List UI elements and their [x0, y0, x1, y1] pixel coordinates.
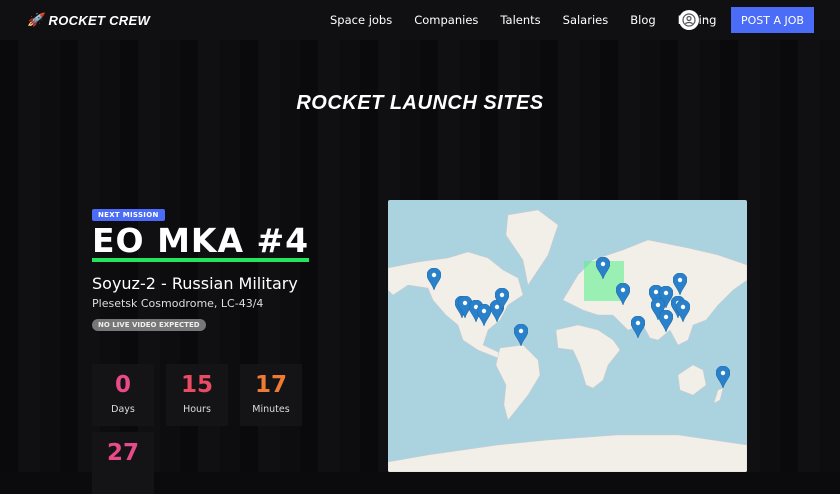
nav-salaries[interactable]: Salaries	[563, 13, 609, 27]
africa	[555, 324, 621, 389]
user-circle-icon[interactable]	[679, 10, 699, 30]
greenland	[505, 209, 559, 286]
rocket-name: Soyuz-2 - Russian Military	[92, 274, 298, 293]
new-zealand	[713, 387, 724, 404]
map-pin-icon[interactable]	[672, 272, 688, 297]
countdown-hours: 15 Hours	[166, 364, 228, 426]
world-map	[388, 209, 747, 472]
south-america	[495, 344, 541, 421]
nav-companies[interactable]: Companies	[414, 13, 478, 27]
top-nav: 🚀 ROCKET CREW Space jobs Companies Talen…	[0, 0, 840, 40]
map-pin-icon[interactable]	[476, 303, 492, 328]
map-pin-icon[interactable]	[715, 365, 731, 390]
launch-site: Plesetsk Cosmodrome, LC-43/4	[92, 297, 264, 310]
countdown-seconds: 27	[92, 432, 154, 494]
page-title: ROCKET LAUNCH SITES	[296, 92, 544, 114]
antarctica	[388, 434, 747, 472]
australia	[677, 364, 707, 396]
map-pin-icon[interactable]	[494, 287, 510, 312]
map-pin-icon[interactable]	[595, 256, 611, 281]
brand-logo[interactable]: 🚀 ROCKET CREW	[27, 12, 150, 28]
nav-space-jobs[interactable]: Space jobs	[330, 13, 392, 27]
countdown-days: 0 Days	[92, 364, 154, 426]
chevron-down-icon[interactable]: ⌄	[703, 13, 710, 22]
launch-sites-map[interactable]	[388, 200, 747, 472]
next-mission: NEXT MISSION EO MKA #4 Soyuz-2 - Russian…	[92, 202, 310, 331]
map-pin-icon[interactable]	[426, 267, 442, 292]
next-mission-badge: NEXT MISSION	[92, 209, 165, 221]
nav-blog[interactable]: Blog	[630, 13, 655, 27]
post-job-button[interactable]: POST A JOB	[731, 7, 814, 33]
map-pin-icon[interactable]	[513, 323, 529, 348]
main-nav: Space jobs Companies Talents Salaries Bl…	[330, 0, 738, 40]
nav-talents[interactable]: Talents	[500, 13, 540, 27]
countdown-minutes: 17 Minutes	[240, 364, 302, 426]
mission-name: EO MKA #4	[92, 221, 310, 262]
map-pin-icon[interactable]	[675, 299, 691, 324]
map-pin-icon[interactable]	[615, 282, 631, 307]
rocket-icon: 🚀	[27, 12, 44, 27]
video-status-badge: NO LIVE VIDEO EXPECTED	[92, 319, 206, 331]
map-pin-icon[interactable]	[630, 315, 646, 340]
countdown: 0 Days 15 Hours 17 Minutes 27	[92, 364, 307, 494]
